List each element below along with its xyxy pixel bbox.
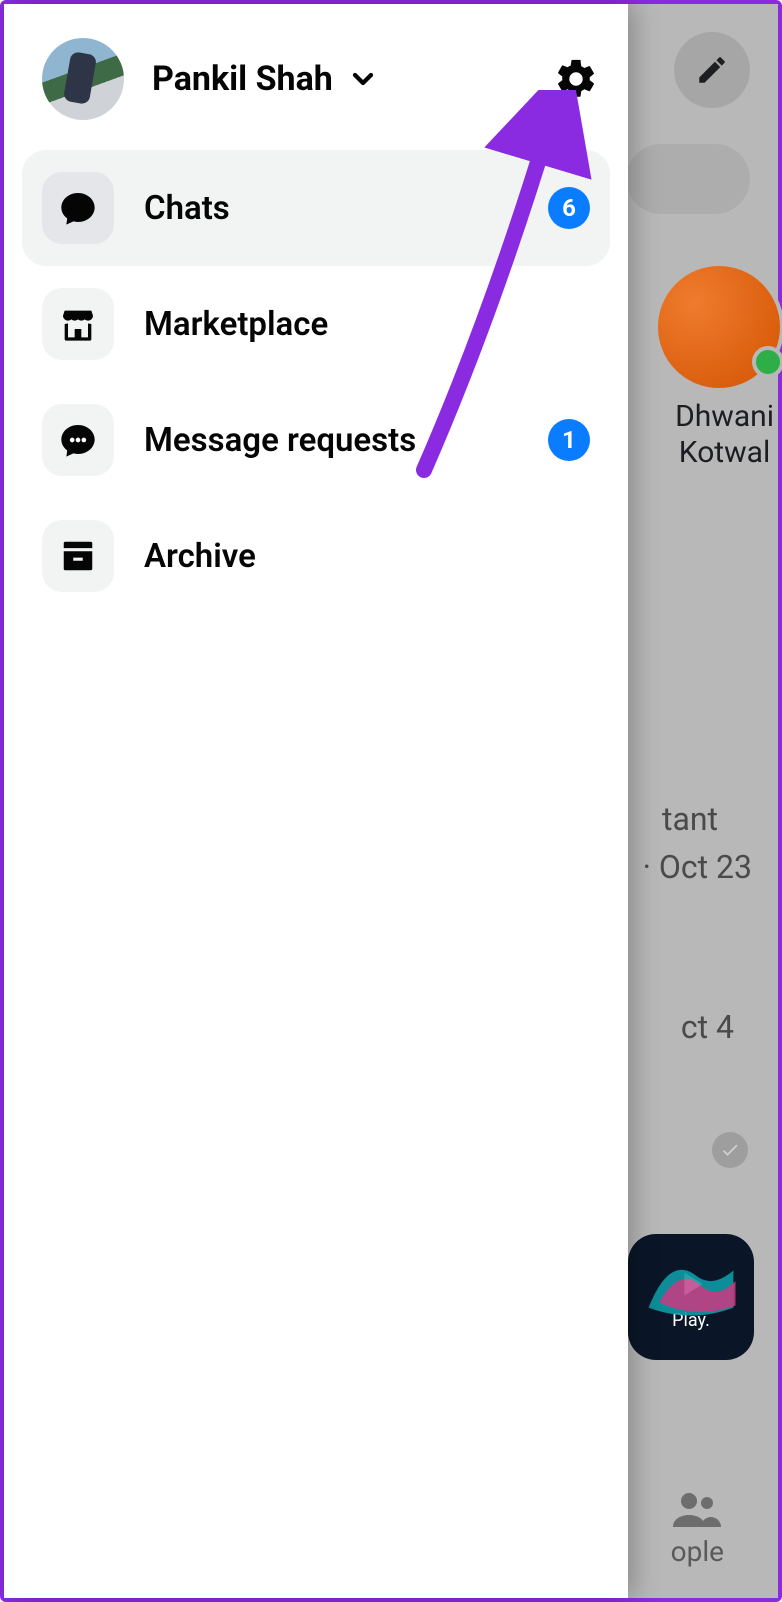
archive-icon — [42, 520, 114, 592]
drawer-header: Pankil Shah — [4, 4, 628, 140]
avatar[interactable] — [42, 38, 124, 120]
marketplace-icon — [42, 288, 114, 360]
sidebar-item-marketplace[interactable]: Marketplace — [22, 266, 610, 382]
tab-people[interactable]: ople — [671, 1491, 724, 1568]
chat-icon — [42, 172, 114, 244]
sidebar-item-chats[interactable]: Chats 6 — [22, 150, 610, 266]
sidebar-item-label: Archive — [144, 537, 590, 576]
message-requests-icon — [42, 404, 114, 476]
promo-art-icon — [638, 1244, 744, 1329]
gear-icon — [553, 56, 599, 102]
people-icon — [673, 1491, 721, 1527]
sidebar-item-message-requests[interactable]: Message requests 1 — [22, 382, 610, 498]
story-name: Dhwani Kotwal — [675, 399, 774, 471]
user-name-label: Pankil Shah — [152, 59, 333, 99]
chat-date: · Oct 23 — [643, 848, 752, 886]
side-drawer: Pankil Shah Chats 6 Market — [4, 4, 628, 1598]
account-switcher[interactable]: Pankil Shah — [152, 59, 520, 99]
story-avatar[interactable] — [654, 262, 782, 392]
pencil-icon — [695, 53, 729, 87]
chat-snippet: tant — [662, 800, 718, 838]
app-screen: Dhwani Kotwal tant · Oct 23 ct 4 Play. o… — [0, 0, 782, 1602]
sidebar-item-label: Chats — [144, 189, 518, 228]
delivered-check-icon — [712, 1132, 748, 1168]
promo-card[interactable]: Play. — [628, 1234, 754, 1360]
compose-button[interactable] — [674, 32, 750, 108]
sidebar-item-label: Message requests — [144, 421, 518, 460]
search-pill[interactable] — [626, 144, 750, 214]
drawer-nav: Chats 6 Marketplace Message requests 1 — [4, 140, 628, 624]
badge: 6 — [548, 187, 590, 229]
chat-date: ct 4 — [681, 1008, 734, 1046]
tab-people-label: ople — [671, 1535, 724, 1568]
sidebar-item-archive[interactable]: Archive — [22, 498, 610, 614]
badge: 1 — [548, 419, 590, 461]
settings-button[interactable] — [548, 51, 604, 107]
sidebar-item-label: Marketplace — [144, 305, 590, 344]
chevron-down-icon — [347, 63, 379, 95]
